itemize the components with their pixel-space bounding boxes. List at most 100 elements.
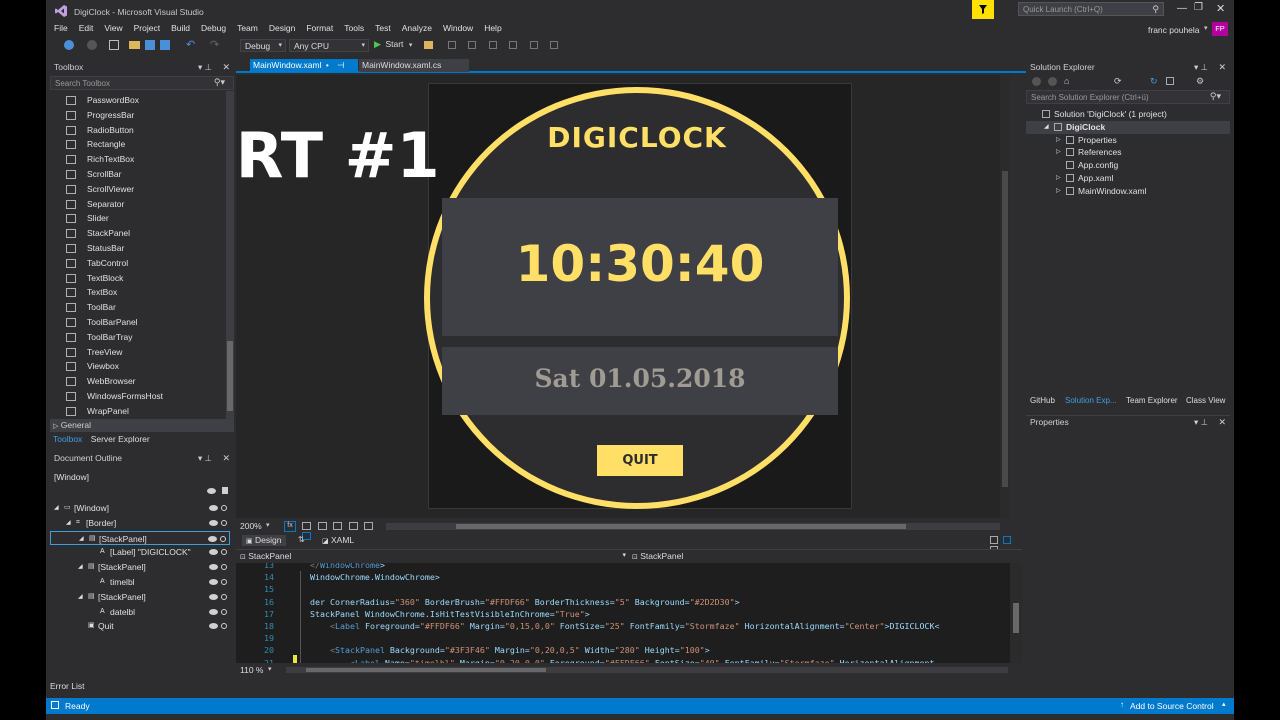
lock-toggle-icon[interactable] [221,519,227,526]
solution-search[interactable]: Search Solution Explorer (Ctrl+ü) ⚲▾ [1026,90,1230,104]
close-button[interactable]: ✕ [1216,2,1225,15]
forward-icon[interactable] [87,40,97,50]
toolbox-item-slider[interactable]: Slider [50,211,224,226]
new-project-icon[interactable] [109,40,119,50]
toolbox-item-separator[interactable]: Separator [50,197,224,212]
error-list-tab[interactable]: Error List [50,681,84,691]
code-zoom[interactable]: 110 % [240,665,263,675]
caret-icon[interactable]: ▷ [1056,185,1061,198]
toolbox-item-scrollviewer[interactable]: ScrollViewer [50,182,224,197]
menu-window[interactable]: Window [443,23,473,33]
lock-toggle-icon[interactable] [220,535,226,542]
chevron-down-icon[interactable]: ▾ [268,665,272,673]
eye-icon[interactable] [209,505,218,511]
pin-icon[interactable]: ▾ ⊥ [198,61,212,74]
eye-icon[interactable] [209,519,218,526]
toolbox-item-stackpanel[interactable]: StackPanel [50,226,224,241]
toolbox-item-scrollbar[interactable]: ScrollBar [50,167,224,182]
undo-icon[interactable]: ↶ [186,38,195,51]
toolbox-item-textblock[interactable]: TextBlock [50,271,224,286]
sync-icon[interactable]: ⟳ [1114,76,1122,87]
lock-icon[interactable] [222,487,228,494]
code-line[interactable]: 17 StackPanel WindowChrome.IsHitTestVisi… [236,608,1022,620]
toolbox-item-toolbar[interactable]: ToolBar [50,300,224,315]
tab-server-explorer[interactable]: Server Explorer [91,434,150,444]
caret-down-icon[interactable]: ◢ [54,501,59,516]
formula-icon[interactable]: fx [284,521,296,532]
toolbox-item-treeview[interactable]: TreeView [50,345,224,360]
lock-toggle-icon[interactable] [221,623,227,630]
eye-icon[interactable] [207,488,216,494]
lock-toggle-icon[interactable] [221,593,227,600]
lock-toggle-icon[interactable] [221,578,227,585]
redo-icon[interactable]: ↷ [210,38,219,51]
toolbox-search[interactable]: Search Toolbox ⚲▾ [50,76,234,90]
restore-button[interactable]: ❐ [1194,2,1203,13]
toolbox-group-general[interactable]: ▷ General [50,419,234,432]
forward-icon[interactable] [1048,77,1057,86]
caret-icon[interactable]: ◢ [1044,121,1049,134]
lock-toggle-icon[interactable] [221,608,227,615]
solution-item-digiclock[interactable]: ◢ DigiClock [1026,120,1230,134]
caret-icon[interactable]: ▷ [1056,146,1061,159]
outline-row[interactable]: Adatelbl [50,605,230,620]
outline-row[interactable]: Atimelbl [50,575,230,590]
quick-launch-input[interactable]: Quick Launch (Ctrl+Q) ⚲ [1018,2,1164,16]
tab-mainwindow-cs[interactable]: MainWindow.xaml.cs [359,59,469,72]
config-select[interactable]: Debug ▾ [240,39,286,52]
close-icon[interactable]: ✕ [1218,61,1226,74]
caret-down-icon[interactable]: ◢ [78,590,83,605]
breadcrumb-right[interactable]: ⊡ StackPanel [632,551,1018,562]
menu-test[interactable]: Test [375,23,391,33]
tab-design[interactable]: ▣ Design [242,535,286,546]
solution-item-app-xaml[interactable]: ▷ App.xaml [1026,172,1230,185]
properties-icon[interactable]: ⚙ [1196,76,1204,87]
scrollbar-thumb[interactable] [1002,171,1008,487]
menu-edit[interactable]: Edit [79,23,94,33]
pin-icon[interactable]: ▾ ⊥ [1194,416,1208,429]
eye-icon[interactable] [209,578,218,585]
designer-vscrollbar[interactable] [1000,75,1010,518]
start-button[interactable]: ▶ Start ▾ [374,39,412,52]
back-icon[interactable] [1032,77,1041,86]
code-line[interactable]: 13 </WindowChrome> [236,563,1022,571]
code-line[interactable]: 18 <Label Foreground="#FFDF66" Margin="0… [236,620,1022,632]
outline-row[interactable]: ◢ ▭ [Window] [50,501,230,516]
tab-team-explorer[interactable]: Team Explorer [1126,396,1178,405]
pin-icon[interactable]: ▾ ⊥ [1194,61,1208,74]
breadcrumb-left[interactable]: ⊡ StackPanel ▾ [240,551,628,562]
designer-canvas[interactable]: DIGICLOCK 10:30:40 Sat 01.05.2018 QUIT P… [236,75,1010,518]
tab-class-view[interactable]: Class View [1186,396,1225,405]
tab-solution-explorer[interactable]: Solution Exp... [1065,396,1117,405]
scrollbar-thumb[interactable] [306,668,546,672]
toolbox-item-webbrowser[interactable]: WebBrowser [50,374,224,389]
menu-design[interactable]: Design [269,23,295,33]
code-line[interactable]: 21 <Label Name="timelbl" Margin="0,20,0,… [236,657,1022,664]
outline-root[interactable]: [Window] [54,472,89,482]
minimize-button[interactable]: — [1177,3,1187,14]
scrollbar-thumb[interactable] [456,524,906,529]
lock-toggle-icon[interactable] [221,549,227,556]
toolbox-item-tabcontrol[interactable]: TabControl [50,256,224,271]
eye-icon[interactable] [209,549,218,556]
solution-item-references[interactable]: ▷ References [1026,146,1230,159]
back-icon[interactable] [64,40,74,50]
menu-view[interactable]: View [104,23,122,33]
caret-down-icon[interactable]: ◢ [78,560,83,575]
collapse-icon[interactable] [1166,77,1174,85]
close-icon[interactable]: ✕ [222,61,230,74]
grid-icons[interactable] [302,522,382,540]
open-file-icon[interactable] [129,41,140,49]
user-dropdown-icon[interactable]: ▾ [1204,24,1208,32]
menu-analyze[interactable]: Analyze [402,23,432,33]
eye-icon[interactable] [208,535,217,542]
outline-row[interactable]: A [Label] "DIGICLOCK" [50,545,230,560]
pin-icon[interactable]: ⊣ [337,60,344,70]
code-hscrollbar[interactable] [286,667,1008,673]
outline-row[interactable]: ◢ ▤ [StackPanel] [50,530,230,546]
menu-tools[interactable]: Tools [344,23,364,33]
solution-item-mainwindow-xaml[interactable]: ▷ MainWindow.xaml [1026,185,1230,198]
solution-item-properties[interactable]: ▷ Properties [1026,134,1230,147]
toolbox-item-toolbarpanel[interactable]: ToolBarPanel [50,315,224,330]
save-all-icon[interactable] [160,40,170,50]
